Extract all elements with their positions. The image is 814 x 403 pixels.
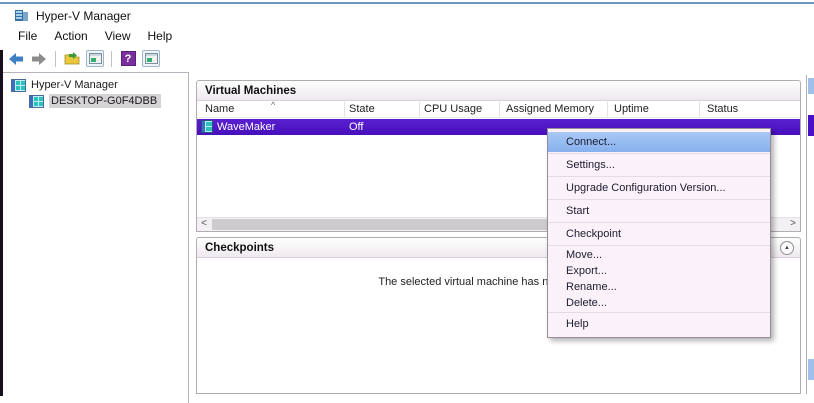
actions-pane-fragment bbox=[808, 115, 814, 136]
title-bar: Hyper-V Manager bbox=[14, 8, 131, 23]
column-header-name[interactable]: Name bbox=[205, 103, 234, 115]
checkpoints-title-label: Checkpoints bbox=[205, 242, 274, 254]
help-icon[interactable]: ? bbox=[119, 50, 137, 67]
menu-item-delete[interactable]: Delete... bbox=[548, 295, 770, 311]
window-title: Hyper-V Manager bbox=[36, 9, 131, 23]
menu-separator bbox=[548, 176, 770, 177]
column-header-state[interactable]: State bbox=[349, 103, 375, 115]
console-root-icon bbox=[11, 79, 26, 92]
menu-separator bbox=[548, 222, 770, 223]
vm-context-menu: Connect... Settings... Upgrade Configura… bbox=[547, 128, 771, 338]
menu-item-settings[interactable]: Settings... bbox=[548, 155, 770, 175]
actions-pane-edge bbox=[806, 75, 814, 394]
toolbar-separator bbox=[111, 51, 112, 67]
column-header-cpu-usage[interactable]: CPU Usage bbox=[424, 103, 482, 115]
vm-name-cell: WaveMaker bbox=[217, 121, 275, 133]
column-header-uptime[interactable]: Uptime bbox=[614, 103, 649, 115]
back-arrow-icon[interactable] bbox=[7, 50, 25, 67]
menu-view[interactable]: View bbox=[105, 29, 131, 43]
vm-icon bbox=[201, 120, 213, 133]
column-divider bbox=[607, 102, 608, 117]
column-header-status[interactable]: Status bbox=[707, 103, 738, 115]
scroll-left-icon[interactable]: < bbox=[197, 218, 211, 231]
vm-panel-title: Virtual Machines bbox=[197, 81, 800, 101]
host-server-icon bbox=[29, 95, 44, 108]
menu-help[interactable]: Help bbox=[148, 29, 173, 43]
actions-pane-fragment bbox=[808, 78, 814, 94]
toolbar-separator bbox=[55, 51, 56, 67]
column-divider bbox=[499, 102, 500, 117]
menu-item-export[interactable]: Export... bbox=[548, 263, 770, 279]
menu-separator bbox=[548, 153, 770, 154]
menu-item-help[interactable]: Help bbox=[548, 314, 770, 334]
column-header-assigned-memory[interactable]: Assigned Memory bbox=[506, 103, 594, 115]
open-folder-icon[interactable] bbox=[63, 50, 81, 67]
tree-root-label: Hyper-V Manager bbox=[31, 79, 118, 91]
toolbar: ? bbox=[7, 48, 160, 69]
menu-bar: File Action View Help bbox=[18, 29, 172, 43]
menu-item-start[interactable]: Start bbox=[548, 201, 770, 221]
menu-item-upgrade-configuration-version[interactable]: Upgrade Configuration Version... bbox=[548, 178, 770, 198]
menu-action[interactable]: Action bbox=[54, 29, 87, 43]
menu-item-checkpoint[interactable]: Checkpoint bbox=[548, 224, 770, 244]
vm-table-header: Name ^ State CPU Usage Assigned Memory U… bbox=[197, 101, 800, 118]
menu-item-connect[interactable]: Connect... bbox=[548, 132, 770, 152]
vm-state-cell: Off bbox=[349, 121, 363, 133]
tree-item-hyperv-manager[interactable]: Hyper-V Manager bbox=[3, 77, 188, 93]
console-window-icon[interactable] bbox=[142, 50, 160, 67]
hyperv-manager-window: Hyper-V Manager File Action View Help bbox=[0, 0, 814, 403]
menu-separator bbox=[548, 245, 770, 246]
app-icon bbox=[14, 8, 29, 23]
window-top-border bbox=[0, 2, 814, 4]
console-window-icon[interactable] bbox=[86, 50, 104, 67]
console-tree-panel: Hyper-V Manager DESKTOP-G0F4DBB bbox=[3, 72, 189, 403]
tree-host-label: DESKTOP-G0F4DBB bbox=[49, 94, 161, 108]
collapse-panel-icon[interactable]: ▲ bbox=[780, 241, 794, 255]
forward-arrow-icon[interactable] bbox=[30, 50, 48, 67]
menu-file[interactable]: File bbox=[18, 29, 37, 43]
menu-separator bbox=[548, 199, 770, 200]
actions-pane-fragment bbox=[808, 359, 814, 380]
scroll-right-icon[interactable]: > bbox=[786, 218, 800, 231]
column-divider bbox=[699, 102, 700, 117]
tree-item-host[interactable]: DESKTOP-G0F4DBB bbox=[3, 93, 188, 109]
menu-separator bbox=[548, 312, 770, 313]
menu-item-rename[interactable]: Rename... bbox=[548, 279, 770, 295]
column-divider bbox=[344, 102, 345, 117]
column-divider bbox=[419, 102, 420, 117]
sort-ascending-icon: ^ bbox=[271, 100, 275, 110]
menu-item-move[interactable]: Move... bbox=[548, 247, 770, 263]
